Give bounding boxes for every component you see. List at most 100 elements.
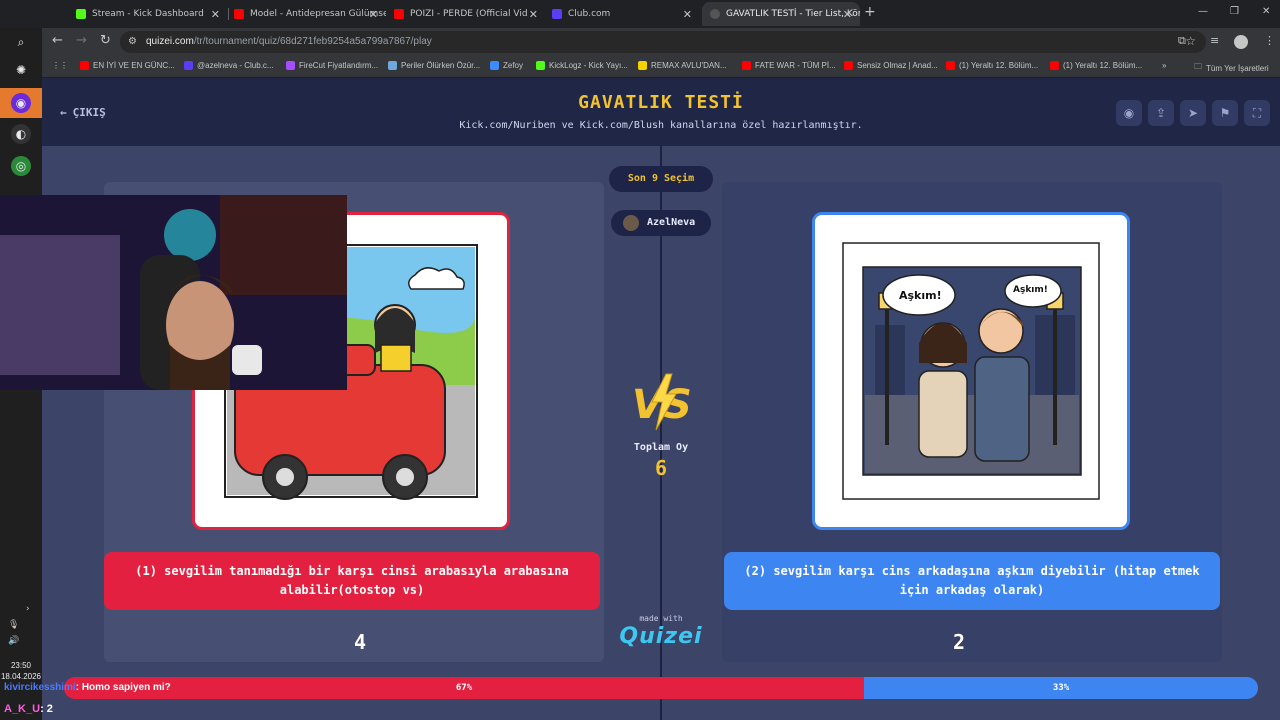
overlay-handle-suffix: : 2 [40,703,53,715]
creator-avatar [623,215,639,231]
versus-icon: VS [632,373,692,431]
bookmarks-bar: ⋮⋮ EN İYİ VE EN GÜNC... @azelneva - Club… [42,56,1280,78]
club-icon [184,61,193,70]
close-icon[interactable]: ✕ [843,8,852,21]
quiz-header: ← ÇIKIŞ GAVATLIK TESTİ Kick.com/Nuriben … [42,78,1280,146]
profile-avatar[interactable] [1234,35,1248,49]
option-right-button[interactable]: (2) sevgilim karşı cins arkadaşına aşkım… [724,552,1220,610]
close-icon[interactable]: ✕ [369,8,378,21]
speech-bubble-left: Aşkım! [899,289,942,302]
obs-app-icon[interactable]: ◐ [11,124,31,144]
tab-strip: Stream - Kick Dashboard ✕ Model - Antide… [0,0,1280,28]
chevron-double-right-icon[interactable]: » [1162,61,1166,70]
webcam-feed [0,195,347,390]
all-bookmarks-folder[interactable]: 🗀 Tüm Yer İşaretleri [1194,61,1269,75]
webcam-overlay [0,195,347,390]
volume-icon[interactable]: 🔊 [8,636,19,646]
quiz-subtitle: Kick.com/Nuriben ve Kick.com/Blush kanal… [459,120,863,131]
site-settings-icon[interactable]: ⚙ [128,36,137,47]
close-icon[interactable]: ✕ [683,8,692,21]
extensions-icon[interactable]: ⧉ [1178,34,1186,48]
chrome-app-icon[interactable]: ◎ [11,156,31,176]
back-button[interactable]: ← [52,33,63,48]
youtube-icon [844,61,853,70]
tab-youtube-poizi[interactable]: POIZI - PERDE (Official Vid ✕ [386,2,546,26]
bookmark-item[interactable]: FireCut Fiyatlandırm... [286,61,378,70]
close-window-icon[interactable]: ✕ [1262,6,1270,17]
bookmark-item[interactable]: @azelneva - Club.c... [184,61,274,70]
close-icon[interactable]: ✕ [529,8,538,21]
reload-button[interactable]: ↻ [100,33,111,48]
tab-club[interactable]: Club.com ✕ [544,2,700,26]
option-left-button[interactable]: (1) sevgilim tanımadığı bir karşı cinsi … [104,552,600,610]
kick-icon [76,9,86,19]
tab-title: Model - Antidepresan Gülümse [250,9,386,19]
bookmark-item[interactable]: EN İYİ VE EN GÜNC... [80,61,175,70]
youtube-icon [946,61,955,70]
tab-youtube-model[interactable]: Model - Antidepresan Gülümse ✕ [226,2,386,26]
creator-name: AzelNeva [647,217,696,228]
chevron-right-icon[interactable]: › [26,604,30,614]
bookmark-item[interactable]: Zefoy [490,61,523,70]
address-bar[interactable]: ⚙ quizei.com/tr/tournament/quiz/68d271fe… [120,31,1206,53]
new-tab-button[interactable]: + [864,4,876,20]
round-badge: Son 9 Seçim [609,166,713,192]
url-text: quizei.com/tr/tournament/quiz/68d271feb9… [146,36,432,47]
quiz-title: GAVATLIK TESTİ [578,92,744,113]
overlay-handle-name: A_K_U [4,703,41,715]
left-percent-label: 67% [455,683,473,693]
thumbs-up-icon [490,61,499,70]
couple-illustration [842,242,1100,500]
send-icon[interactable]: ➤ [1180,100,1206,126]
fullscreen-icon[interactable]: ⛶ [1244,100,1270,126]
sahibinden-icon [638,61,647,70]
overlay-handle: A_K_U: 2 [4,703,53,715]
right-vote-share-bar: 33% [864,677,1258,699]
clock-time: 23:50 [10,661,32,670]
close-icon[interactable]: ✕ [211,8,220,21]
bookmark-item[interactable]: KickLogz - Kick Yayı... [536,61,628,70]
restore-icon[interactable]: ❐ [1230,6,1239,17]
minimize-icon[interactable]: — [1198,6,1208,17]
search-icon[interactable]: ⌕ [11,32,31,52]
share-icon[interactable]: ⇪ [1148,100,1174,126]
tab-title: GAVATLIK TESTİ - Tier List, Kör S [726,9,860,19]
total-votes-value: 6 [654,456,668,480]
creator-badge[interactable]: AzelNeva [611,210,711,236]
chat-text: : Homo sapiyen mi? [75,682,171,693]
tab-kick-dashboard[interactable]: Stream - Kick Dashboard ✕ [68,2,228,26]
left-vote-share-bar: 67% [64,677,864,699]
menu-icon[interactable]: ⋮ [1264,34,1275,47]
mic-icon[interactable]: 🎙 [8,620,19,630]
speech-bubble-right: Aşkım! [1013,285,1048,295]
option-right-card[interactable]: Aşkım! Aşkım! [812,212,1130,530]
bookmark-item[interactable]: (1) Yeraltı 12. Bölüm... [946,61,1038,70]
openai-icon[interactable]: ✺ [11,60,31,80]
eye-icon[interactable]: ◉ [1116,100,1142,126]
bookmark-item[interactable]: Periler Ölürken Özür... [388,61,480,70]
bookmark-item[interactable]: Sensiz Olmaz | Anad... [844,61,938,70]
youtube-icon [234,9,244,19]
firecut-icon [286,61,295,70]
tab-gavatlik-testi[interactable]: GAVATLIK TESTİ - Tier List, Kör S ✕ [702,2,860,26]
bookmark-star-icon[interactable]: ☆ [1185,34,1196,48]
folder-icon: 🗀 [1194,62,1202,71]
forward-button[interactable]: → [76,33,87,48]
browser-toolbar: ← → ↻ ⚙ quizei.com/tr/tournament/quiz/68… [42,28,1280,56]
tab-title: Stream - Kick Dashboard [92,9,204,19]
tab-title: Club.com [568,9,611,19]
chat-username: kivircikesshimi [4,682,76,693]
made-with-label: made with [639,614,683,623]
bookmark-item[interactable]: (1) Yeraltı 12. Bölüm... [1050,61,1142,70]
bookmark-item[interactable]: REMAX AVLU'DAN... [638,61,727,70]
apps-icon[interactable]: ⋮⋮ [52,61,68,70]
kick-icon [536,61,545,70]
bookmark-item[interactable]: FATE WAR - TÜM Pİ... [742,61,836,70]
quizei-logo[interactable]: Quizei [610,624,712,649]
youtube-icon [742,61,751,70]
discord-app-icon[interactable]: ◉ [11,93,31,113]
total-votes-label: Toplam Oy [633,442,689,453]
media-controls-icon[interactable]: ≡ [1210,34,1219,47]
tab-title: POIZI - PERDE (Official Vid [410,9,528,19]
flag-icon[interactable]: ⚑ [1212,100,1238,126]
